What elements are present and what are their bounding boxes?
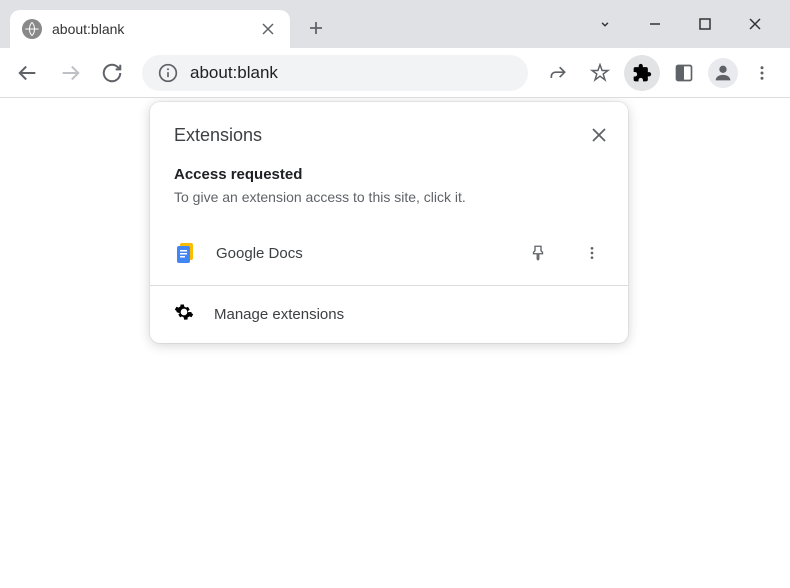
address-bar[interactable]: about:blank <box>142 55 528 91</box>
extension-name: Google Docs <box>216 245 502 262</box>
google-docs-icon <box>174 241 198 265</box>
window-minimize[interactable] <box>630 4 680 44</box>
window-dropdown[interactable] <box>580 4 630 44</box>
extensions-popup: Extensions Access requested To give an e… <box>150 102 628 343</box>
access-requested-description: To give an extension access to this site… <box>174 189 604 205</box>
extension-row[interactable]: Google Docs <box>150 221 628 285</box>
gear-icon <box>174 302 194 327</box>
browser-tab[interactable]: about:blank <box>10 10 290 48</box>
side-panel-icon[interactable] <box>666 55 702 91</box>
share-icon[interactable] <box>540 55 576 91</box>
window-controls <box>580 0 790 48</box>
extensions-icon[interactable] <box>624 55 660 91</box>
access-requested-heading: Access requested <box>174 166 604 183</box>
browser-toolbar: about:blank <box>0 48 790 98</box>
page-content: Extensions Access requested To give an e… <box>0 98 790 588</box>
extension-menu-icon[interactable] <box>574 235 610 271</box>
tab-title: about:blank <box>52 21 248 37</box>
new-tab-button[interactable] <box>298 10 334 46</box>
back-button[interactable] <box>10 55 46 91</box>
window-close[interactable] <box>730 4 780 44</box>
manage-extensions-button[interactable]: Manage extensions <box>150 286 628 343</box>
popup-title: Extensions <box>174 125 262 146</box>
reload-button[interactable] <box>94 55 130 91</box>
popup-close-button[interactable] <box>584 120 614 150</box>
forward-button[interactable] <box>52 55 88 91</box>
bookmark-icon[interactable] <box>582 55 618 91</box>
url-text: about:blank <box>190 63 512 83</box>
menu-icon[interactable] <box>744 55 780 91</box>
globe-icon <box>22 19 42 39</box>
pin-icon[interactable] <box>520 235 556 271</box>
site-info-icon[interactable] <box>158 63 178 83</box>
profile-avatar[interactable] <box>708 58 738 88</box>
manage-extensions-label: Manage extensions <box>214 306 344 323</box>
window-maximize[interactable] <box>680 4 730 44</box>
tab-close-button[interactable] <box>258 19 278 39</box>
